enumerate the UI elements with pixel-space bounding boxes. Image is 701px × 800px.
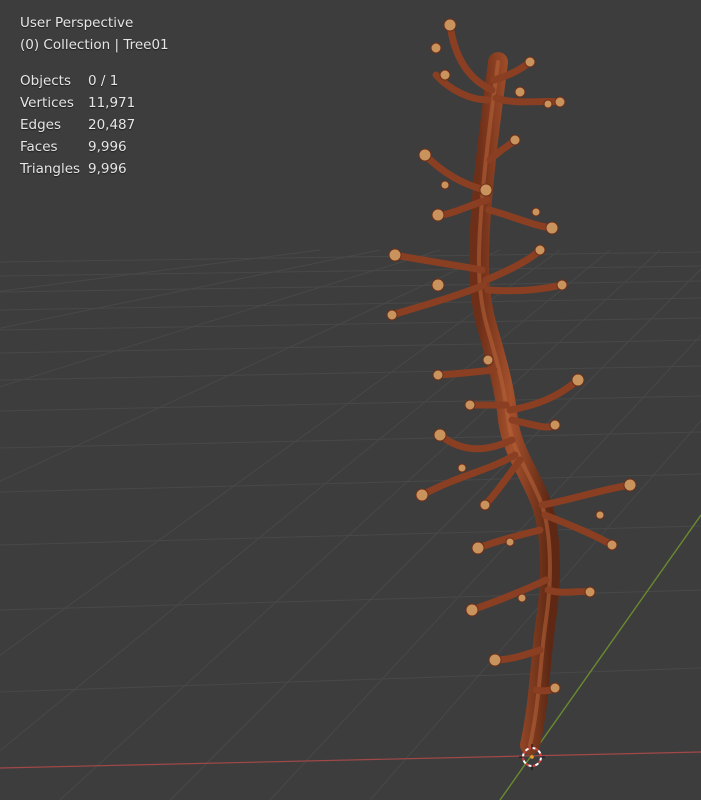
active-collection-label: (0) Collection | Tree01: [20, 37, 169, 53]
stat-value-objects: 0 / 1: [88, 73, 119, 89]
view-perspective-label: User Perspective: [20, 15, 134, 31]
3d-cursor-icon: [519, 744, 545, 770]
stat-value-triangles: 9,996: [88, 161, 127, 177]
viewport-info-overlay: User Perspective (0) Collection | Tree01…: [20, 12, 169, 180]
stat-value-edges: 20,487: [88, 117, 136, 133]
stat-label-faces: Faces: [20, 139, 58, 155]
stat-label-objects: Objects: [20, 73, 72, 89]
3d-viewport[interactable]: User Perspective (0) Collection | Tree01…: [0, 0, 701, 800]
stat-value-faces: 9,996: [88, 139, 127, 155]
stat-label-triangles: Triangles: [20, 161, 81, 177]
stat-label-edges: Edges: [20, 117, 62, 133]
scene-statistics: Objects 0 / 1 Vertices 11,971 Edges 20,4…: [20, 70, 169, 180]
stat-value-vertices: 11,971: [88, 95, 136, 111]
stat-label-vertices: Vertices: [20, 95, 74, 111]
